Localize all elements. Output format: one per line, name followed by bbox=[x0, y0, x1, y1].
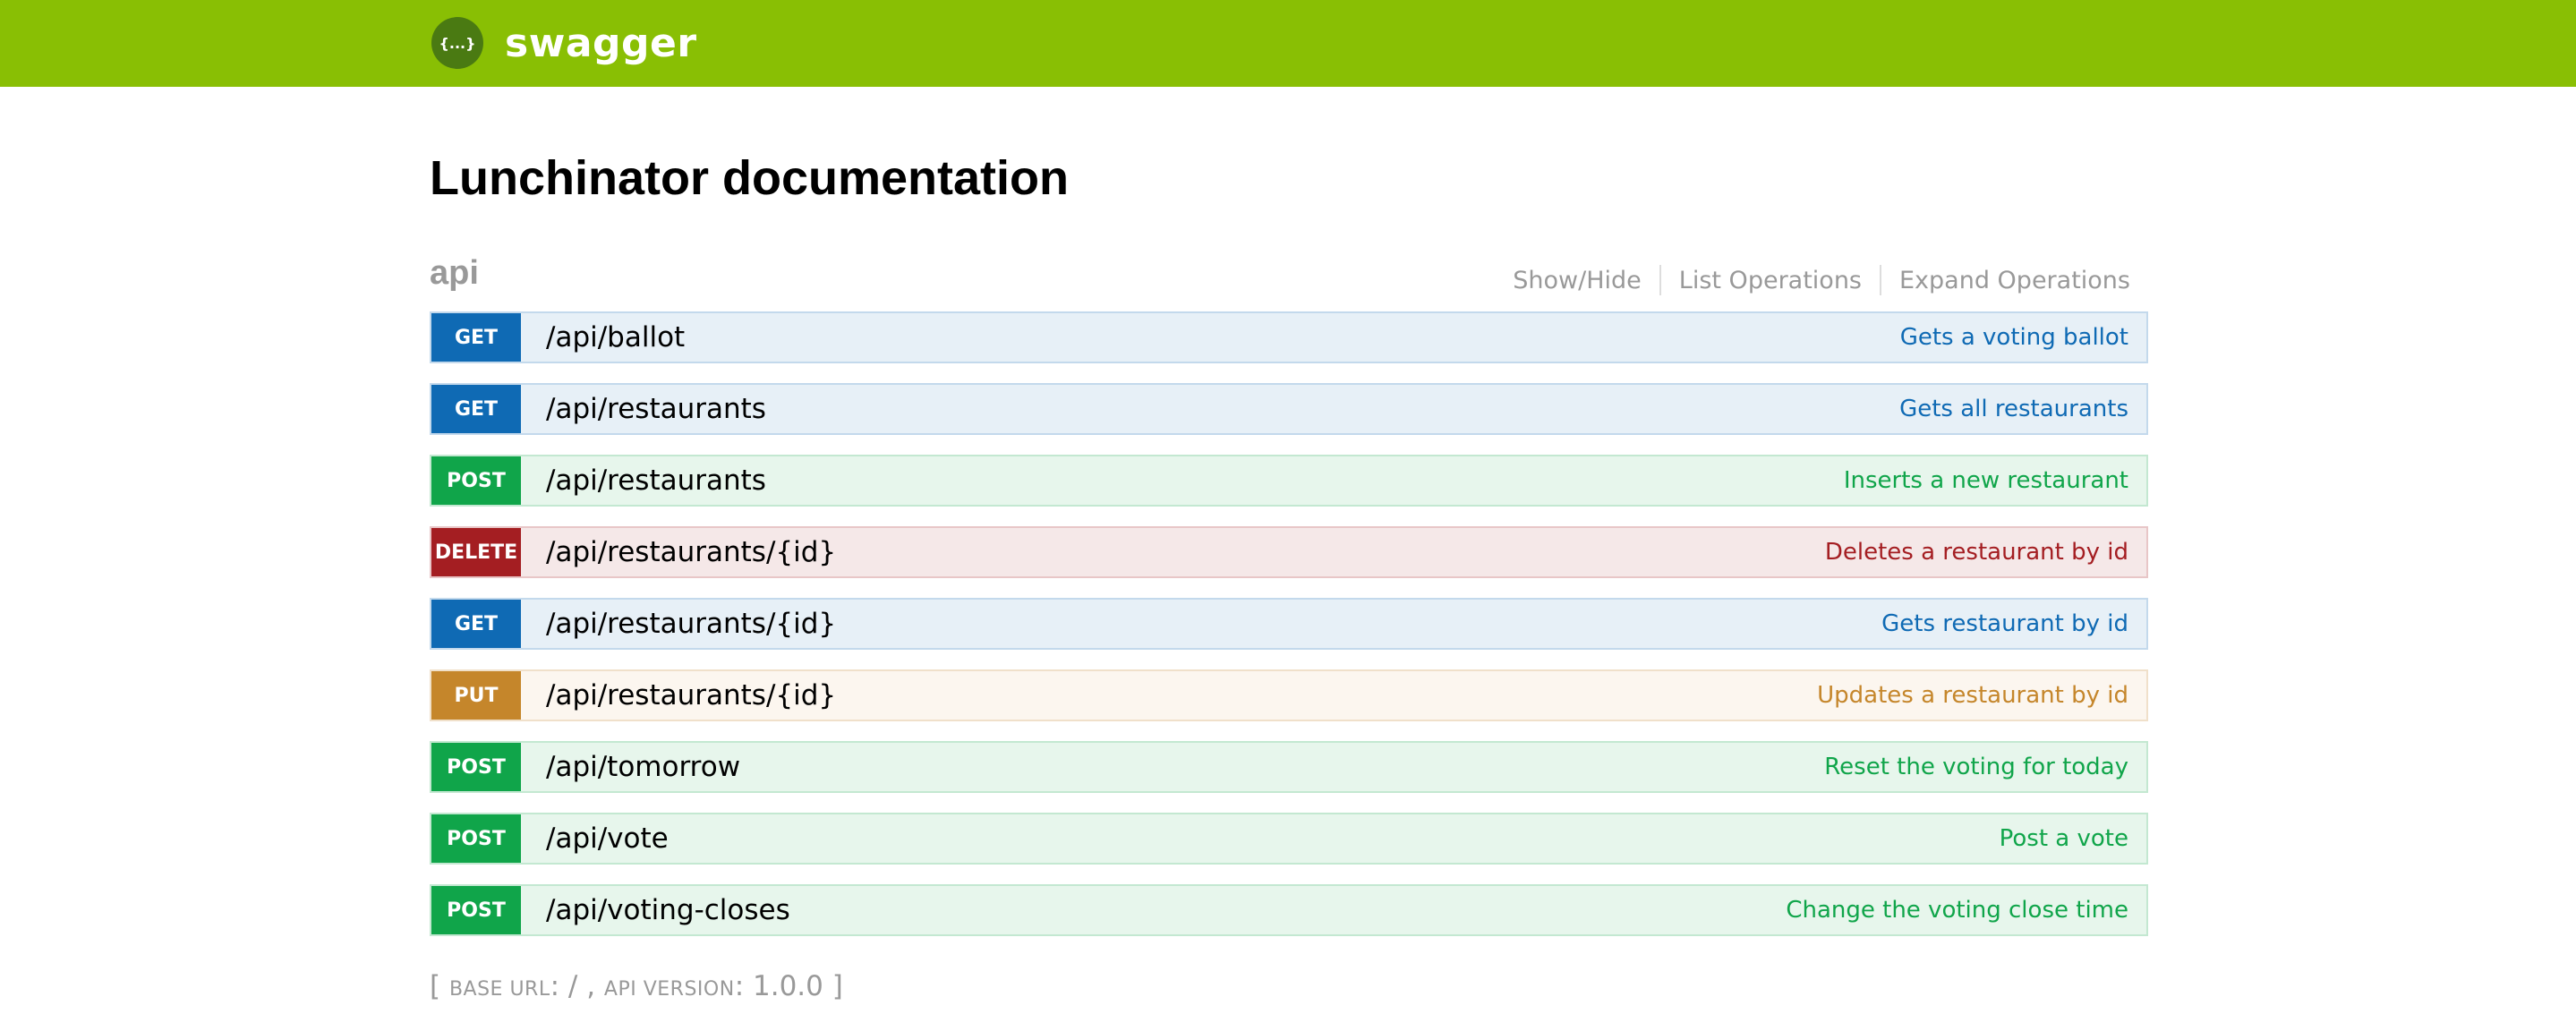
method-badge: PUT bbox=[431, 671, 521, 720]
footer-open-bracket: [ bbox=[430, 970, 449, 1002]
base-url-label: base url bbox=[448, 978, 550, 1001]
operation-row[interactable]: POST /api/vote Post a vote bbox=[430, 813, 2148, 865]
operation-summary[interactable]: Gets a voting ballot bbox=[1900, 324, 2128, 351]
operation-path: /api/vote bbox=[546, 822, 669, 855]
operation-path: /api/restaurants/{id} bbox=[546, 608, 837, 640]
operation-summary[interactable]: Inserts a new restaurant bbox=[1844, 467, 2128, 494]
operation-path: /api/restaurants/{id} bbox=[546, 536, 837, 568]
api-version-value: : 1.0.0 ] bbox=[734, 970, 843, 1002]
operation-row[interactable]: GET /api/restaurants Gets all restaurant… bbox=[430, 383, 2148, 435]
method-badge: GET bbox=[431, 313, 521, 362]
method-badge: DELETE bbox=[431, 528, 521, 576]
swagger-logo-icon: {...} bbox=[431, 17, 483, 69]
operation-path: /api/tomorrow bbox=[546, 751, 741, 783]
operation-row[interactable]: POST /api/tomorrow Reset the voting for … bbox=[430, 741, 2148, 793]
operation-row[interactable]: DELETE /api/restaurants/{id} Deletes a r… bbox=[430, 526, 2148, 578]
api-info-footer: [ base url: / , api version: 1.0.0 ] bbox=[430, 970, 843, 1002]
top-header: {...} swagger bbox=[0, 0, 2576, 87]
operation-row[interactable]: POST /api/voting-closes Change the votin… bbox=[430, 884, 2148, 936]
swagger-brand-link[interactable]: {...} swagger bbox=[431, 17, 697, 69]
show-hide-link[interactable]: Show/Hide bbox=[1495, 267, 1659, 294]
method-badge: POST bbox=[431, 886, 521, 934]
operation-row[interactable]: GET /api/ballot Gets a voting ballot bbox=[430, 311, 2148, 363]
operations-list: GET /api/ballot Gets a voting ballot GET… bbox=[430, 311, 2148, 956]
operation-path: /api/restaurants bbox=[546, 464, 766, 497]
method-badge: POST bbox=[431, 456, 521, 505]
api-version-label: api version bbox=[603, 978, 735, 1001]
method-badge: GET bbox=[431, 385, 521, 433]
operation-summary[interactable]: Deletes a restaurant by id bbox=[1825, 539, 2128, 566]
operation-summary[interactable]: Gets restaurant by id bbox=[1881, 610, 2128, 637]
svg-text:{...}: {...} bbox=[439, 35, 475, 52]
operation-row[interactable]: PUT /api/restaurants/{id} Updates a rest… bbox=[430, 669, 2148, 721]
operation-path: /api/voting-closes bbox=[546, 894, 790, 926]
operation-path: /api/ballot bbox=[546, 321, 686, 354]
method-badge: POST bbox=[431, 743, 521, 791]
operation-path: /api/restaurants bbox=[546, 393, 766, 425]
method-badge: GET bbox=[431, 600, 521, 648]
method-badge: POST bbox=[431, 814, 521, 863]
operation-path: /api/restaurants/{id} bbox=[546, 679, 837, 711]
operation-summary[interactable]: Change the voting close time bbox=[1786, 897, 2128, 924]
resource-actions: Show/Hide List Operations Expand Operati… bbox=[1495, 265, 2130, 295]
operation-summary[interactable]: Updates a restaurant by id bbox=[1817, 682, 2128, 709]
brand-name: swagger bbox=[505, 20, 697, 66]
operation-row[interactable]: POST /api/restaurants Inserts a new rest… bbox=[430, 455, 2148, 507]
operation-summary[interactable]: Reset the voting for today bbox=[1824, 754, 2128, 780]
resource-name-link[interactable]: api bbox=[430, 254, 479, 293]
operation-summary[interactable]: Gets all restaurants bbox=[1899, 396, 2128, 422]
operation-row[interactable]: GET /api/restaurants/{id} Gets restauran… bbox=[430, 598, 2148, 650]
base-url-value: : / , bbox=[550, 970, 604, 1002]
page-title: Lunchinator documentation bbox=[430, 151, 1069, 205]
expand-operations-link[interactable]: Expand Operations bbox=[1881, 267, 2130, 294]
operation-summary[interactable]: Post a vote bbox=[2000, 825, 2128, 852]
list-operations-link[interactable]: List Operations bbox=[1661, 267, 1880, 294]
